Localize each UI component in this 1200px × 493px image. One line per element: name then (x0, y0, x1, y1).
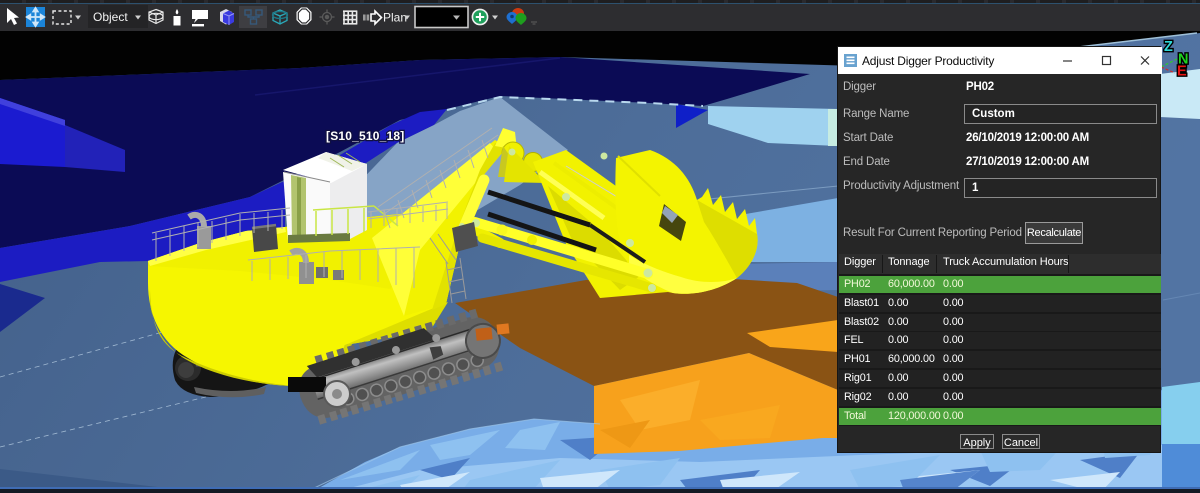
svg-text:Z: Z (1164, 39, 1173, 55)
svg-text:E: E (1177, 64, 1187, 80)
svg-text:[S10_510_18]: [S10_510_18] (326, 129, 404, 143)
svg-text:Object: Object (93, 10, 128, 24)
svg-text:Plan: Plan (383, 11, 407, 25)
